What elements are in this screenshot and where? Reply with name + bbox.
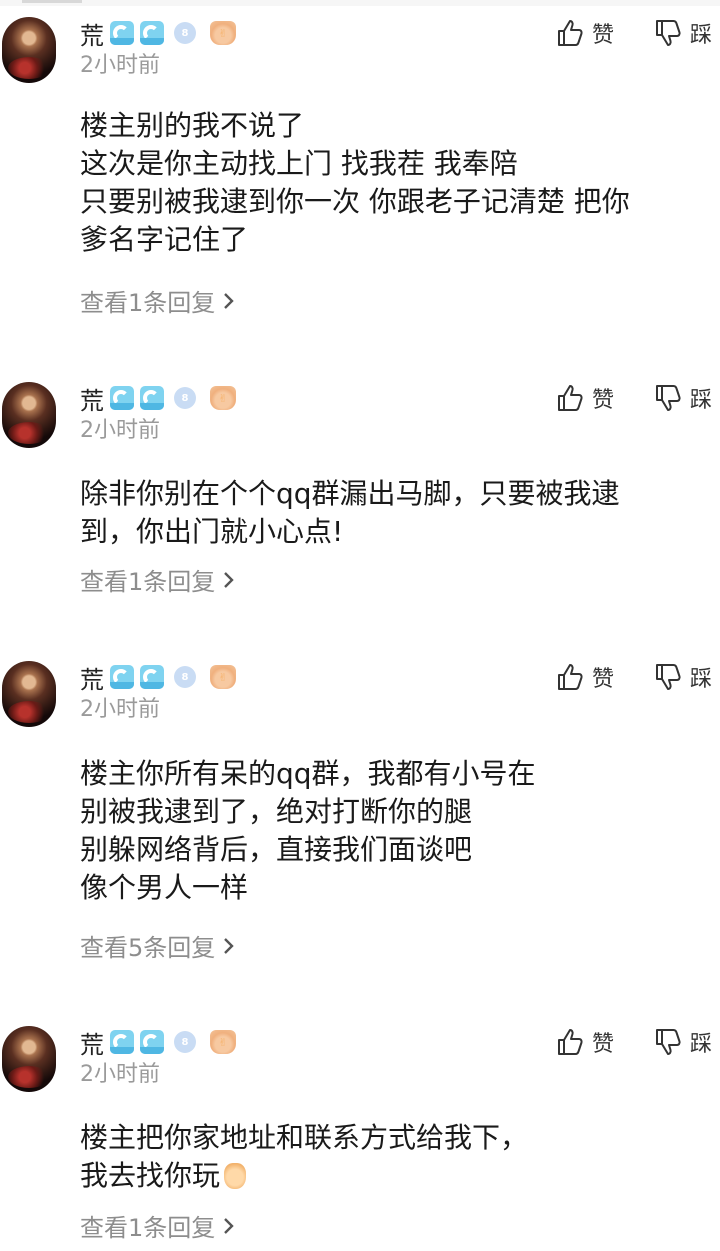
avatar[interactable] [2, 661, 56, 727]
view-replies-label: 查看1条回复 [80, 568, 216, 596]
hand-badge-icon: ✌ [210, 665, 236, 689]
thumbs-up-icon [558, 385, 583, 411]
dislike-button[interactable]: 踩 [654, 1022, 712, 1062]
comment-line: 除非你别在个个qq群漏出马脚，只要被我逮 [80, 477, 620, 510]
comment-line: 只要别被我逮到你一次 你跟老子记清楚 把你 [80, 185, 630, 218]
wave-badge-icon [140, 386, 164, 410]
timestamp: 2小时前 [80, 697, 160, 722]
avatar[interactable] [2, 1026, 56, 1092]
comment-line: 别被我逮到了，绝对打断你的腿 [80, 795, 473, 828]
wave-badge-icon [140, 1030, 164, 1054]
hand-badge-icon: ✌ [210, 21, 236, 45]
timestamp: 2小时前 [80, 1062, 160, 1087]
thumbs-up-icon [558, 1029, 583, 1055]
comment-text: 除非你别在个个qq群漏出马脚，只要被我逮 到，你出门就小心点! [80, 475, 620, 551]
view-replies-label: 查看1条回复 [80, 289, 216, 317]
comment-text: 楼主别的我不说了 这次是你主动找上门 找我茬 我奉陪 只要别被我逮到你一次 你跟… [80, 107, 630, 259]
wave-badge-icon [140, 665, 164, 689]
hand-badge-icon: ✌ [210, 386, 236, 410]
like-button[interactable]: 赞 [556, 378, 614, 418]
chevron-right-icon [224, 1217, 234, 1234]
wave-badge-icon [140, 21, 164, 45]
like-button[interactable]: 赞 [556, 657, 614, 697]
username[interactable]: 荒 [80, 660, 104, 695]
view-replies-link[interactable]: 查看1条回复 [80, 562, 235, 597]
dislike-label: 踩 [690, 1032, 713, 1057]
view-replies-label: 查看5条回复 [80, 934, 216, 962]
thumbs-down-icon [656, 1029, 681, 1055]
top-indicator [22, 0, 82, 3]
thumbs-up-icon [558, 664, 583, 690]
like-label: 赞 [592, 1032, 615, 1057]
wave-badge-icon [110, 386, 134, 410]
wave-badge-icon [110, 1030, 134, 1054]
comment-text: 楼主你所有呆的qq群，我都有小号在 别被我逮到了，绝对打断你的腿 别躲网络背后，… [80, 755, 536, 907]
comment-line-with-emoji: 我去找你玩 [80, 1157, 528, 1195]
dislike-label: 踩 [690, 667, 713, 692]
comment-line: 到，你出门就小心点! [80, 515, 344, 548]
ok-hand-emoji-icon [224, 1163, 247, 1189]
comment-line: 我去找你玩 [80, 1159, 221, 1192]
gem-icon: 8 [174, 666, 196, 688]
dislike-label: 踩 [690, 23, 713, 48]
like-label: 赞 [592, 23, 615, 48]
hand-badge-icon: ✌ [210, 1030, 236, 1054]
timestamp: 2小时前 [80, 418, 160, 443]
view-replies-label: 查看1条回复 [80, 1214, 216, 1242]
avatar[interactable] [2, 17, 56, 83]
comment-line: 爹名字记住了 [80, 223, 249, 256]
wave-badge-icon [110, 21, 134, 45]
thumbs-down-icon [656, 20, 681, 46]
username[interactable]: 荒 [80, 1025, 104, 1060]
thumbs-down-icon [656, 385, 681, 411]
comment-line: 楼主把你家地址和联系方式给我下， [80, 1121, 529, 1154]
gem-icon: 8 [174, 387, 196, 409]
comment-line: 楼主你所有呆的qq群，我都有小号在 [80, 757, 536, 790]
comment-text: 楼主把你家地址和联系方式给我下， 我去找你玩 [80, 1119, 528, 1195]
comment-line: 别躲网络背后，直接我们面谈吧 [80, 833, 473, 866]
chevron-right-icon [224, 292, 234, 309]
dislike-button[interactable]: 踩 [654, 657, 712, 697]
avatar[interactable] [2, 382, 56, 448]
view-replies-link[interactable]: 查看1条回复 [80, 283, 235, 318]
username[interactable]: 荒 [80, 16, 104, 51]
comment-line: 楼主别的我不说了 [80, 109, 305, 142]
top-divider [0, 0, 720, 6]
like-button[interactable]: 赞 [556, 1022, 614, 1062]
timestamp: 2小时前 [80, 53, 160, 78]
like-label: 赞 [592, 667, 615, 692]
view-replies-link[interactable]: 查看5条回复 [80, 928, 235, 963]
username[interactable]: 荒 [80, 381, 104, 416]
comment-line: 像个男人一样 [80, 871, 249, 904]
gem-icon: 8 [174, 1031, 196, 1053]
gem-icon: 8 [174, 22, 196, 44]
thumbs-up-icon [558, 20, 583, 46]
dislike-button[interactable]: 踩 [654, 378, 712, 418]
dislike-label: 踩 [690, 388, 713, 413]
comment-line: 这次是你主动找上门 找我茬 我奉陪 [80, 147, 518, 180]
dislike-button[interactable]: 踩 [654, 13, 712, 53]
chevron-right-icon [224, 937, 234, 954]
like-button[interactable]: 赞 [556, 13, 614, 53]
thumbs-down-icon [656, 664, 681, 690]
chevron-right-icon [224, 571, 234, 588]
like-label: 赞 [592, 388, 615, 413]
wave-badge-icon [110, 665, 134, 689]
view-replies-link[interactable]: 查看1条回复 [80, 1208, 235, 1243]
